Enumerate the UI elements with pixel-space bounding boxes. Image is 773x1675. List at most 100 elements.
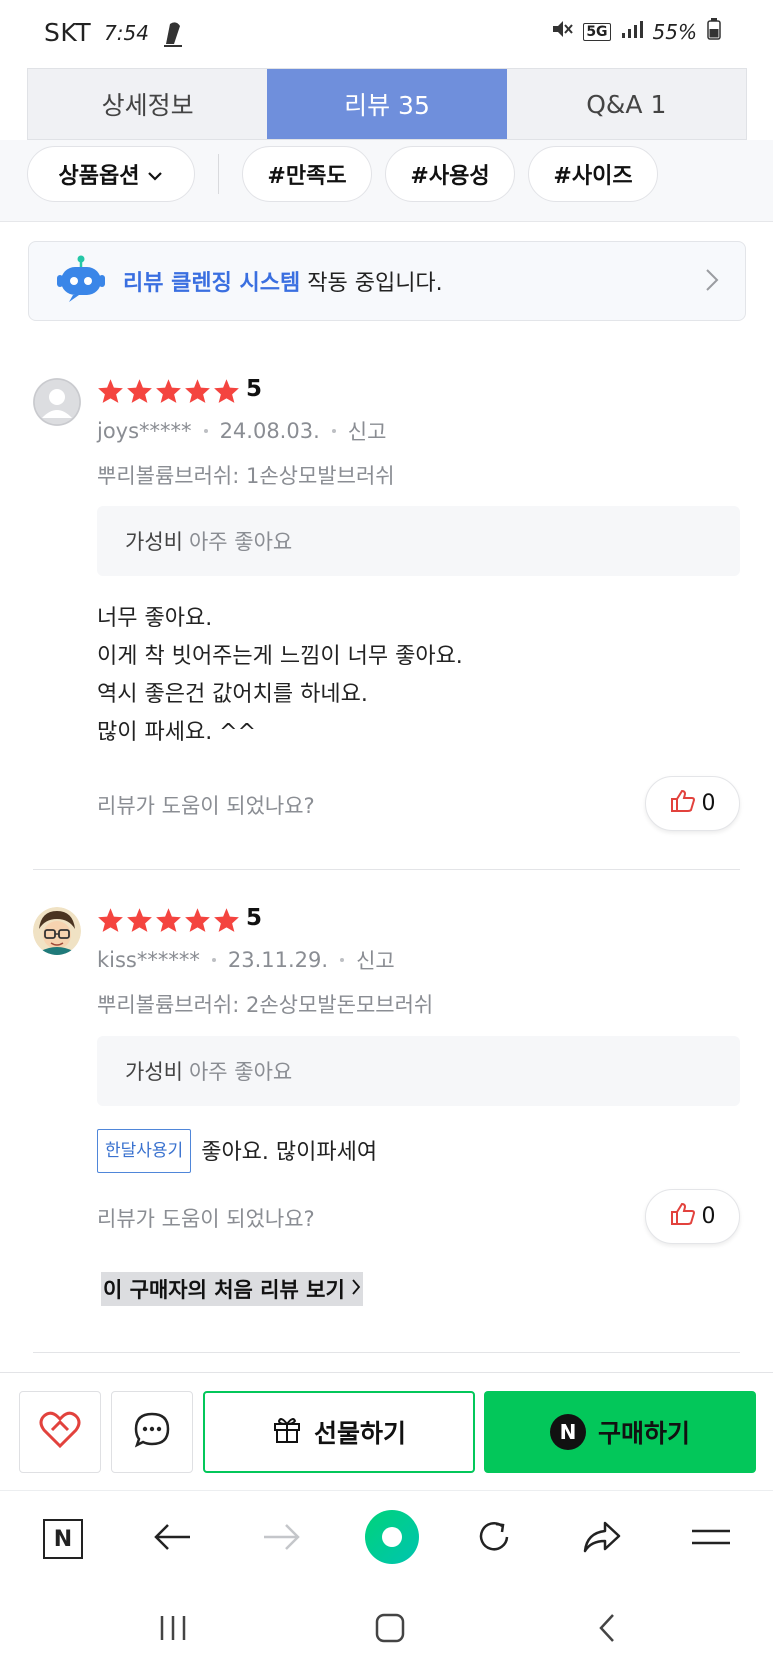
evaluation-box: 가성비 아주 좋아요 (97, 1036, 740, 1106)
option-filter-label: 상품옵션 (58, 164, 140, 189)
separator-dot (203, 429, 208, 433)
system-navigation-bar (0, 1585, 773, 1675)
report-link[interactable]: 신고 (348, 416, 387, 446)
gift-label: 선물하기 (313, 1419, 406, 1448)
thumbs-up-icon (670, 789, 696, 819)
chat-bubble-icon (133, 1411, 171, 1453)
review-body-line: 이게 착 빗어주는게 느낌이 너무 좋아요. (97, 644, 463, 669)
star-icon (184, 907, 211, 937)
like-button[interactable]: 0 (645, 776, 740, 831)
first-review-link[interactable]: 이 구매자의 처음 리뷰 보기 (101, 1272, 363, 1306)
refresh-icon (474, 1517, 514, 1561)
reviewer-id: joys***** (97, 419, 192, 443)
battery-icon (707, 18, 721, 45)
review-body-line: 너무 좋아요. (97, 606, 213, 631)
rating-value: 5 (246, 376, 263, 402)
star-icon (126, 378, 153, 408)
purchased-option: 뿌리볼륨브러쉬: 1손상모발브러쉬 (97, 464, 395, 488)
system-back-button[interactable] (582, 1607, 632, 1653)
evaluation-value: 아주 좋아요 (188, 1060, 293, 1084)
review-body: 한달사용기 좋아요. 많이파세여 (97, 1129, 377, 1175)
buy-button[interactable]: N 구매하기 (484, 1391, 756, 1473)
filter-chip-usability[interactable]: #사용성 (385, 146, 515, 202)
separator-dot (331, 429, 336, 433)
browser-toolbar: N (0, 1490, 773, 1585)
recent-apps-button[interactable] (148, 1607, 198, 1653)
star-icon (97, 907, 124, 937)
filter-chip-size[interactable]: #사이즈 (528, 146, 658, 202)
star-icon (213, 378, 240, 408)
thumbs-up-icon (670, 1202, 696, 1232)
naver-home-button[interactable]: N (35, 1511, 91, 1567)
review-meta: joys***** 24.08.03. 신고 (97, 416, 386, 446)
one-month-use-badge: 한달사용기 (97, 1129, 192, 1173)
forward-button[interactable] (254, 1511, 310, 1567)
talk-button[interactable] (111, 1391, 193, 1473)
zzim-button[interactable] (19, 1391, 101, 1473)
review-cleansing-banner[interactable]: 리뷰 클렌징 시스템 작동 중입니다. (28, 241, 746, 321)
review-date: 23.11.29. (227, 948, 329, 972)
review-body: 너무 좋아요. 이게 착 빗어주는게 느낌이 너무 좋아요. 역시 좋은건 값어… (97, 600, 463, 752)
product-tabs: 상세정보 리뷰 35 Q&A 1 (27, 68, 747, 140)
green-dot-icon (363, 1508, 421, 1570)
buy-label: 구매하기 (597, 1419, 690, 1448)
menu-button[interactable] (683, 1511, 739, 1567)
chevron-right-icon (351, 1277, 361, 1301)
separator-dot (340, 958, 345, 962)
network-label: 5G (583, 22, 611, 41)
naver-pay-icon: N (549, 1414, 586, 1450)
banner-text: 리뷰 클렌징 시스템 작동 중입니다. (123, 265, 443, 297)
status-bar: SKT 7:54 5G 55% (0, 0, 773, 66)
refresh-button[interactable] (466, 1511, 522, 1567)
helpful-question: 리뷰가 도움이 되었나요? (97, 794, 315, 818)
battery-percent: 55% (652, 19, 697, 44)
review-divider (33, 869, 740, 870)
first-review-label: 이 구매자의 처음 리뷰 보기 (103, 1278, 345, 1302)
rating-value: 5 (246, 905, 263, 931)
chevron-down-icon (147, 162, 163, 187)
purchase-action-bar: 선물하기 N 구매하기 (0, 1372, 773, 1473)
home-button[interactable] (365, 1607, 415, 1653)
banner-suffix: 작동 중입니다. (300, 271, 443, 296)
like-button[interactable]: 0 (645, 1189, 740, 1244)
hamburger-menu-icon (690, 1525, 732, 1553)
evaluation-box: 가성비 아주 좋아요 (97, 506, 740, 576)
clock-label: 7:54 (104, 21, 149, 45)
green-dot-button[interactable] (358, 1505, 426, 1573)
review-filter-bar: 상품옵션 #만족도 #사용성 #사이즈 (0, 140, 773, 222)
purchased-option: 뿌리볼륨브러쉬: 2손상모발돈모브러쉬 (97, 993, 434, 1017)
star-icon (155, 378, 182, 408)
chevron-right-icon (705, 268, 719, 296)
arrow-left-icon (152, 1522, 192, 1556)
filter-chip-satisfaction[interactable]: #만족도 (242, 146, 372, 202)
banner-highlight: 리뷰 클렌징 시스템 (123, 271, 301, 296)
evaluation-value: 아주 좋아요 (188, 530, 293, 554)
review-meta: kiss****** 23.11.29. 신고 (97, 945, 395, 975)
review-body-line: 역시 좋은건 값어치를 하네요. (97, 682, 368, 707)
share-icon (581, 1519, 623, 1559)
gift-icon (272, 1414, 302, 1450)
tab-reviews[interactable]: 리뷰 35 (267, 69, 507, 139)
evaluation-key: 가성비 (125, 530, 183, 554)
avatar (33, 907, 81, 955)
review-body-line: 많이 파세요. ^^ (97, 720, 257, 745)
back-button[interactable] (144, 1511, 200, 1567)
robot-icon (55, 255, 107, 307)
review-date: 24.08.03. (219, 419, 320, 443)
tab-qna[interactable]: Q&A 1 (506, 69, 746, 139)
star-icon (126, 907, 153, 937)
filter-divider (218, 154, 219, 194)
tab-details[interactable]: 상세정보 (28, 69, 268, 139)
reviewer-id: kiss****** (97, 948, 200, 972)
carrier-label: SKT (44, 18, 92, 47)
report-link[interactable]: 신고 (356, 945, 395, 975)
notification-icon (160, 18, 186, 52)
star-rating (97, 907, 240, 937)
star-icon (213, 907, 240, 937)
star-rating (97, 378, 240, 408)
share-button[interactable] (574, 1511, 630, 1567)
evaluation-key: 가성비 (125, 1060, 183, 1084)
option-filter-dropdown[interactable]: 상품옵션 (27, 146, 195, 202)
gift-button[interactable]: 선물하기 (203, 1391, 475, 1473)
home-square-icon (374, 1612, 406, 1648)
